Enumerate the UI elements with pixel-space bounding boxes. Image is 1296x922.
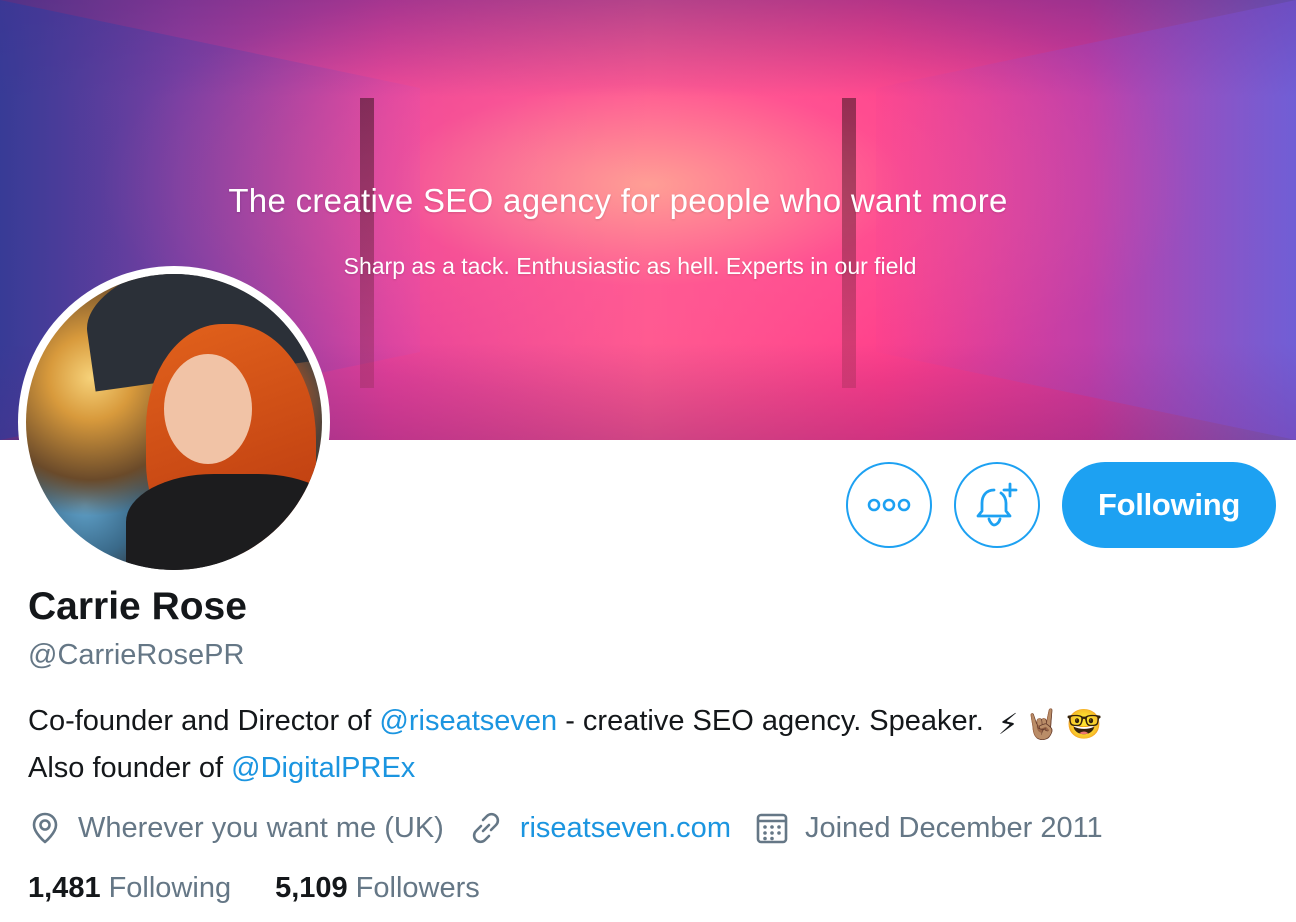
following-label: Following: [108, 872, 232, 904]
bio-text: Co-founder and Director of: [28, 705, 380, 737]
joined-date: Joined December 2011: [755, 811, 1103, 845]
more-icon: [867, 498, 911, 512]
profile-handle: @CarrieRosePR: [28, 639, 245, 671]
banner-pillar: [842, 98, 856, 388]
banner-pillar: [360, 98, 374, 388]
following-stat[interactable]: 1,481 Following: [28, 872, 231, 905]
lightning-emoji: ⚡: [997, 709, 1019, 741]
banner-headline: The creative SEO agency for people who w…: [228, 182, 1008, 219]
mention-link[interactable]: @riseatseven: [379, 705, 557, 737]
followers-count: 5,109: [275, 872, 348, 904]
followers-label: Followers: [355, 872, 480, 904]
website[interactable]: riseatseven.com: [468, 810, 731, 846]
notifications-button[interactable]: [954, 462, 1040, 548]
joined-text: Joined December 2011: [804, 811, 1103, 844]
calendar-icon: [756, 813, 788, 844]
following-count: 1,481: [28, 872, 101, 904]
bio-text: Also founder of: [28, 752, 232, 784]
notification-bell-icon: [976, 482, 1018, 527]
avatar[interactable]: [18, 266, 330, 578]
banner-wall-right: [876, 0, 1296, 440]
avatar-face: [164, 354, 252, 464]
location-text: Wherever you want me (UK): [78, 811, 444, 844]
avatar-coat: [126, 474, 322, 570]
profile-name: Carrie Rose: [28, 585, 247, 628]
nerd-face-emoji: 🤓: [1066, 709, 1103, 741]
rock-on-hand-emoji: 🤘🏽: [1024, 709, 1061, 741]
location: Wherever you want me (UK): [28, 811, 444, 845]
website-link[interactable]: riseatseven.com: [520, 812, 731, 845]
avatar-photo: [26, 274, 322, 570]
profile-stats: 1,481 Following 5,109 Followers: [28, 872, 524, 905]
location-pin-icon: [32, 812, 58, 844]
link-icon: [472, 812, 499, 844]
bio-text: - creative SEO agency. Speaker.: [557, 705, 992, 737]
followers-stat[interactable]: 5,109 Followers: [275, 872, 480, 905]
profile-bio: Co-founder and Director of @riseatseven …: [28, 700, 1268, 790]
profile-meta: Wherever you want me (UK) riseatseven.co…: [28, 806, 1127, 850]
more-options-button[interactable]: [846, 462, 932, 548]
following-button[interactable]: Following: [1062, 462, 1276, 548]
mention-link[interactable]: @DigitalPREx: [231, 752, 415, 784]
